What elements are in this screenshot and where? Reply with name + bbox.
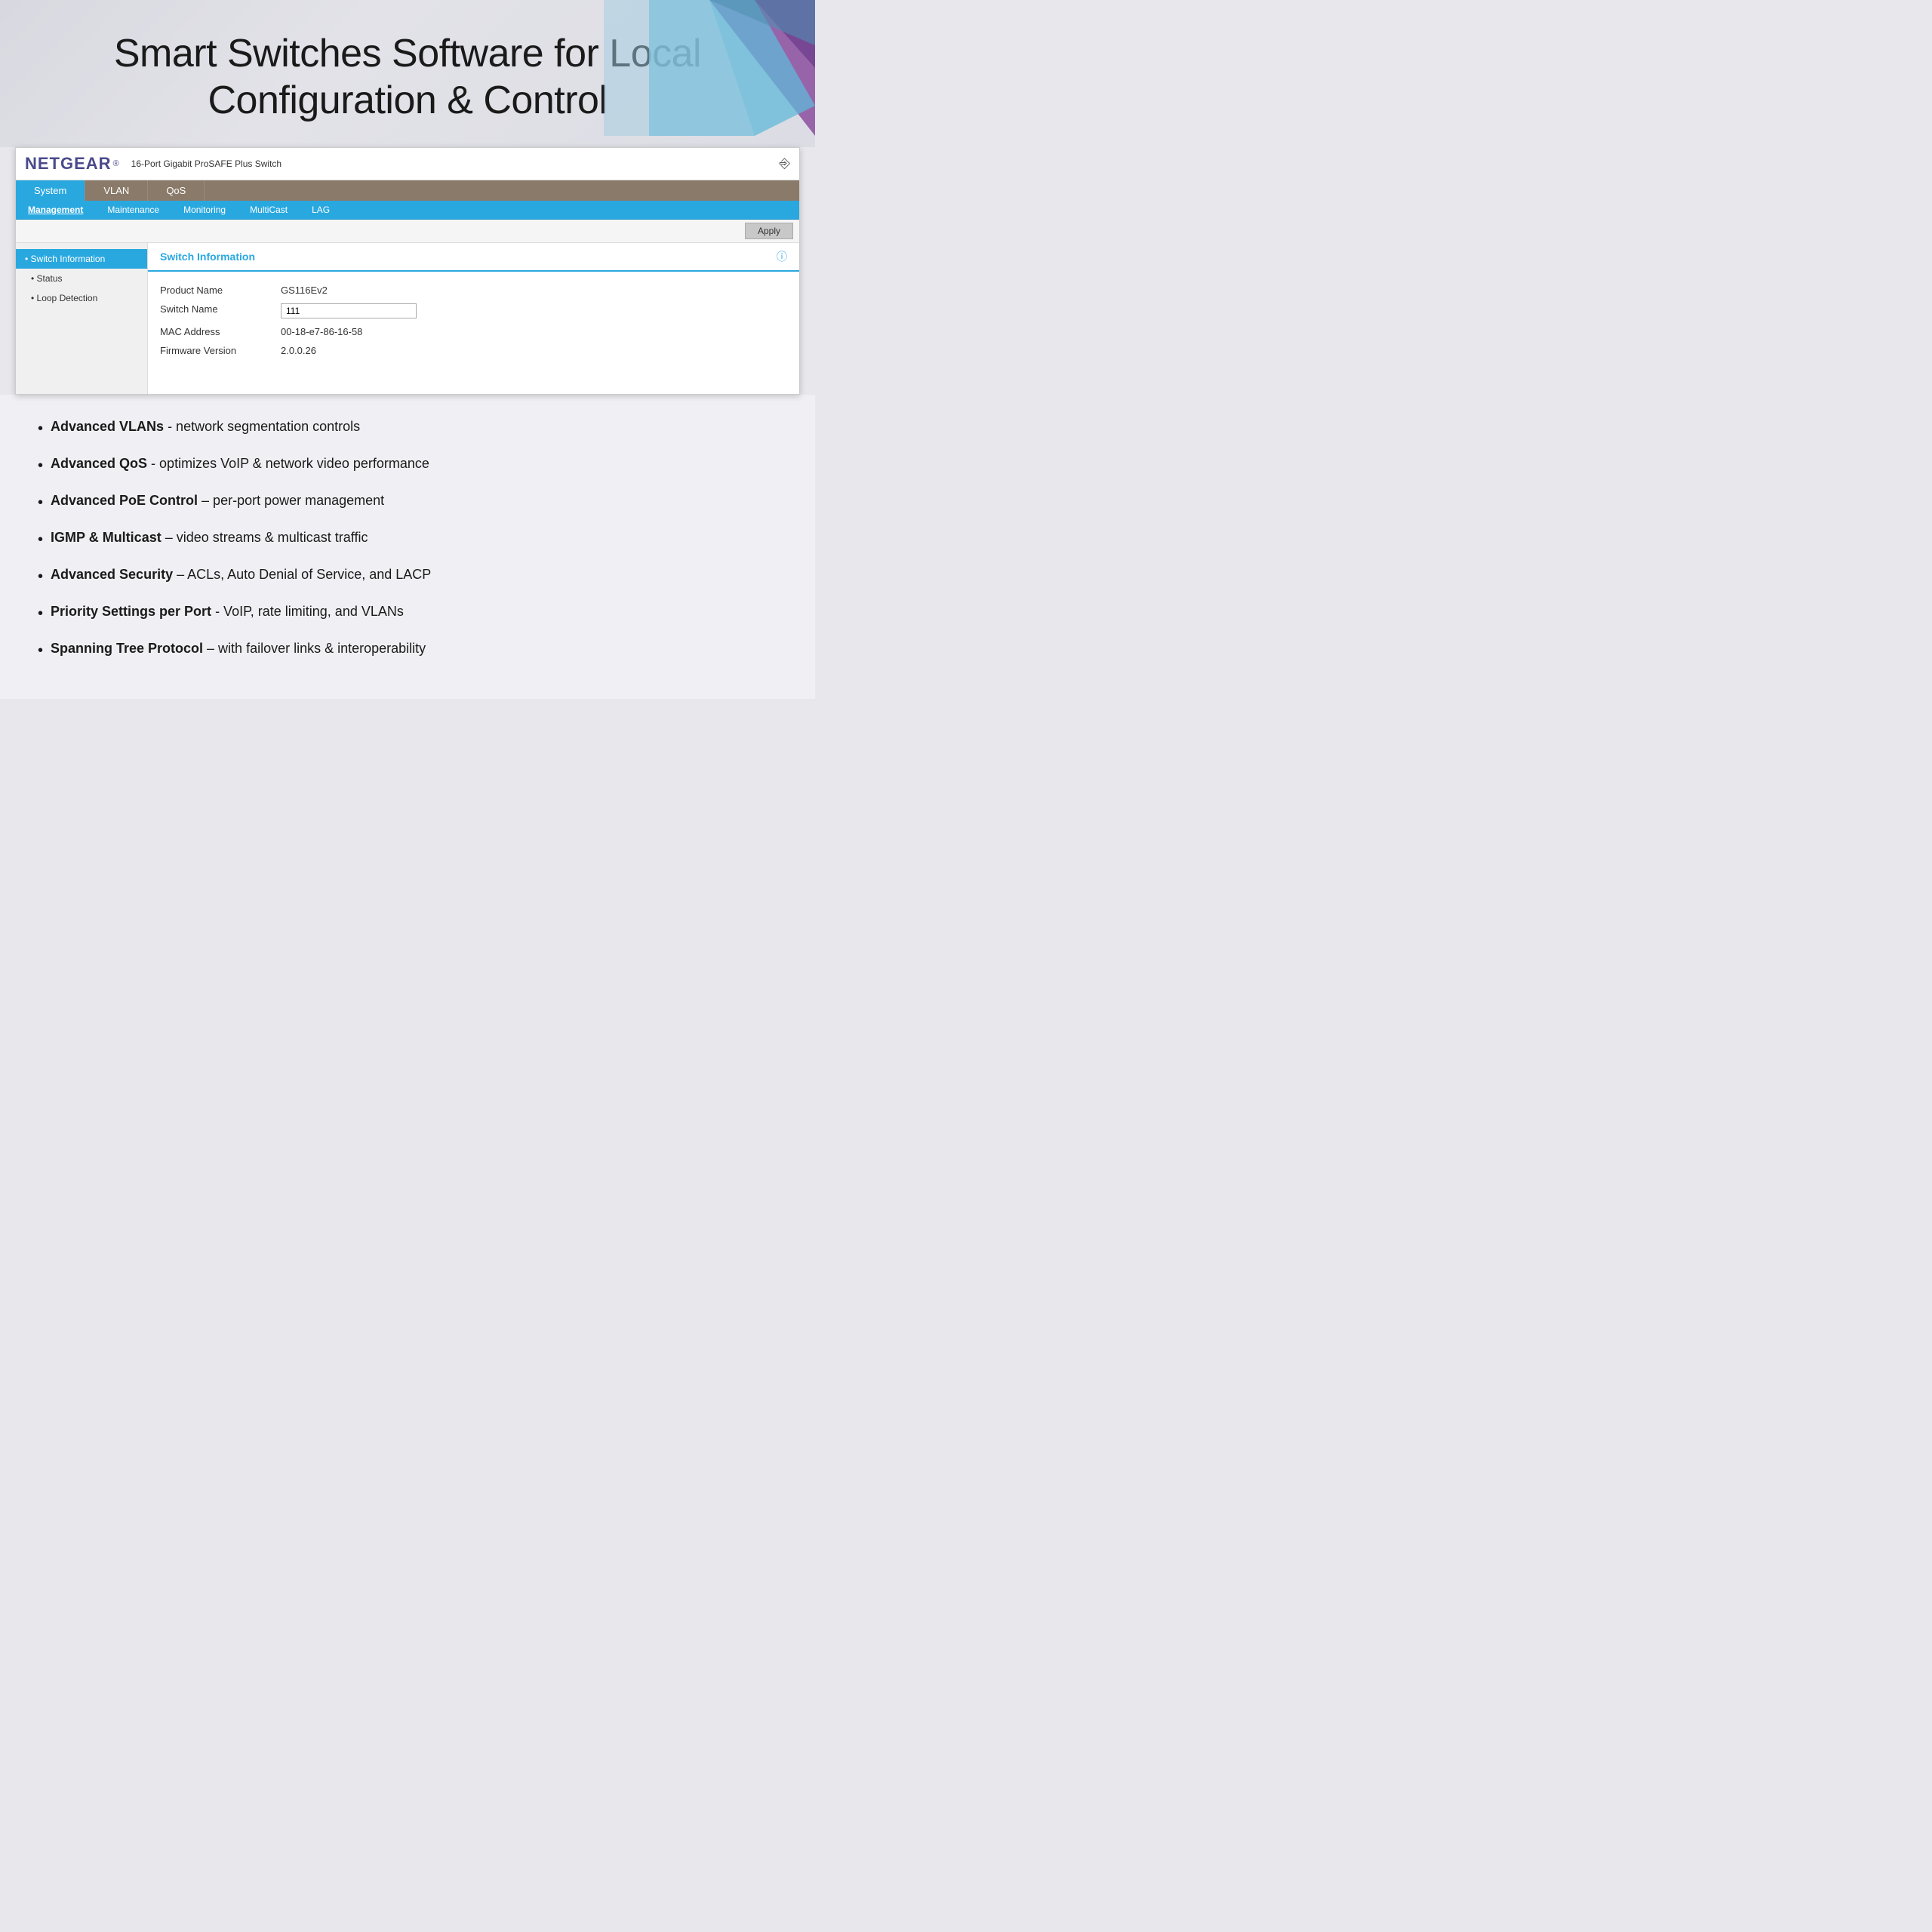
- value-mac-address: 00-18-e7-86-16-58: [281, 326, 362, 337]
- feature-bold: IGMP & Multicast: [51, 530, 162, 545]
- feature-text: IGMP & Multicast – video streams & multi…: [51, 528, 368, 547]
- section-header: Switch Information ⓘ: [148, 243, 799, 272]
- nav-subtabs: Management Maintenance Monitoring MultiC…: [16, 201, 799, 220]
- feature-bold: Advanced VLANs: [51, 419, 164, 434]
- bullet-icon: •: [38, 418, 43, 439]
- bullet-icon: •: [38, 455, 43, 476]
- feature-bold: Advanced Security: [51, 567, 173, 582]
- feature-bold: Priority Settings per Port: [51, 604, 211, 619]
- feature-item-priority: • Priority Settings per Port - VoIP, rat…: [38, 602, 777, 624]
- feature-item-spanning-tree: • Spanning Tree Protocol – with failover…: [38, 639, 777, 661]
- apply-button[interactable]: Apply: [745, 223, 793, 239]
- bullet-icon: •: [38, 603, 43, 624]
- feature-item-igmp: • IGMP & Multicast – video streams & mul…: [38, 528, 777, 550]
- sidebar-item-loop-detection[interactable]: • Loop Detection: [16, 288, 147, 308]
- feature-text: Advanced PoE Control – per-port power ma…: [51, 491, 384, 510]
- feature-text: Spanning Tree Protocol – with failover l…: [51, 639, 426, 658]
- decorative-triangles: [604, 0, 815, 136]
- sidebar: • Switch Information • Status • Loop Det…: [16, 243, 148, 394]
- nav-subtab-management[interactable]: Management: [16, 201, 95, 219]
- netgear-logo: NETGEAR ®: [25, 154, 119, 174]
- brand-registered: ®: [113, 159, 119, 168]
- feature-item-security: • Advanced Security – ACLs, Auto Denial …: [38, 565, 777, 587]
- label-switch-name: Switch Name: [160, 303, 281, 318]
- feature-bold: Spanning Tree Protocol: [51, 641, 203, 656]
- nav-subtab-lag[interactable]: LAG: [300, 201, 342, 219]
- value-product-name: GS116Ev2: [281, 285, 328, 296]
- feature-bold: Advanced QoS: [51, 456, 147, 471]
- logout-icon[interactable]: ⎆: [780, 155, 790, 171]
- content-area: • Switch Information • Status • Loop Det…: [16, 243, 799, 394]
- input-switch-name[interactable]: [281, 303, 417, 318]
- feature-normal: - VoIP, rate limiting, and VLANs: [211, 604, 404, 619]
- brand-name: NETGEAR: [25, 154, 112, 174]
- table-row: Switch Name: [160, 300, 787, 322]
- feature-item-poe: • Advanced PoE Control – per-port power …: [38, 491, 777, 513]
- feature-normal: – video streams & multicast traffic: [162, 530, 368, 545]
- section-title: Switch Information: [160, 251, 255, 263]
- sidebar-item-status[interactable]: • Status: [16, 269, 147, 288]
- table-row: Firmware Version 2.0.0.26: [160, 341, 787, 360]
- label-product-name: Product Name: [160, 285, 281, 296]
- bullet-icon: •: [38, 566, 43, 587]
- feature-item-vlans: • Advanced VLANs - network segmentation …: [38, 417, 777, 439]
- nav-subtab-maintenance[interactable]: Maintenance: [95, 201, 171, 219]
- help-icon[interactable]: ⓘ: [777, 249, 787, 264]
- feature-item-qos: • Advanced QoS - optimizes VoIP & networ…: [38, 454, 777, 476]
- nav-subtab-multicast[interactable]: MultiCast: [238, 201, 300, 219]
- apply-bar: Apply: [16, 220, 799, 243]
- main-content: Switch Information ⓘ Product Name GS116E…: [148, 243, 799, 394]
- sidebar-item-switch-information[interactable]: • Switch Information: [16, 249, 147, 269]
- info-table: Product Name GS116Ev2 Switch Name MAC Ad…: [148, 272, 799, 369]
- feature-normal: – with failover links & interoperability: [203, 641, 426, 656]
- ui-panel: NETGEAR ® 16-Port Gigabit ProSAFE Plus S…: [15, 147, 800, 395]
- nav-tabs: System VLAN QoS: [16, 180, 799, 201]
- hero-section: Smart Switches Software for Local Config…: [0, 0, 815, 147]
- feature-text: Advanced QoS - optimizes VoIP & network …: [51, 454, 429, 473]
- nav-subtab-monitoring[interactable]: Monitoring: [171, 201, 238, 219]
- feature-bold: Advanced PoE Control: [51, 493, 198, 508]
- feature-normal: - network segmentation controls: [164, 419, 360, 434]
- nav-tab-vlan[interactable]: VLAN: [85, 180, 148, 201]
- feature-text: Advanced Security – ACLs, Auto Denial of…: [51, 565, 431, 584]
- bullet-icon: •: [38, 492, 43, 513]
- nav-tab-system[interactable]: System: [16, 180, 85, 201]
- bullet-icon: •: [38, 529, 43, 550]
- feature-normal: – per-port power management: [198, 493, 384, 508]
- label-firmware-version: Firmware Version: [160, 345, 281, 356]
- table-row: Product Name GS116Ev2: [160, 281, 787, 300]
- feature-normal: - optimizes VoIP & network video perform…: [147, 456, 429, 471]
- ui-header: NETGEAR ® 16-Port Gigabit ProSAFE Plus S…: [16, 148, 799, 180]
- value-firmware-version: 2.0.0.26: [281, 345, 316, 356]
- bullet-icon: •: [38, 640, 43, 661]
- nav-tab-qos[interactable]: QoS: [148, 180, 205, 201]
- device-title: 16-Port Gigabit ProSAFE Plus Switch: [131, 158, 281, 169]
- label-mac-address: MAC Address: [160, 326, 281, 337]
- feature-text: Advanced VLANs - network segmentation co…: [51, 417, 360, 436]
- feature-normal: – ACLs, Auto Denial of Service, and LACP: [173, 567, 431, 582]
- table-row: MAC Address 00-18-e7-86-16-58: [160, 322, 787, 341]
- feature-text: Priority Settings per Port - VoIP, rate …: [51, 602, 404, 621]
- features-section: • Advanced VLANs - network segmentation …: [0, 395, 815, 699]
